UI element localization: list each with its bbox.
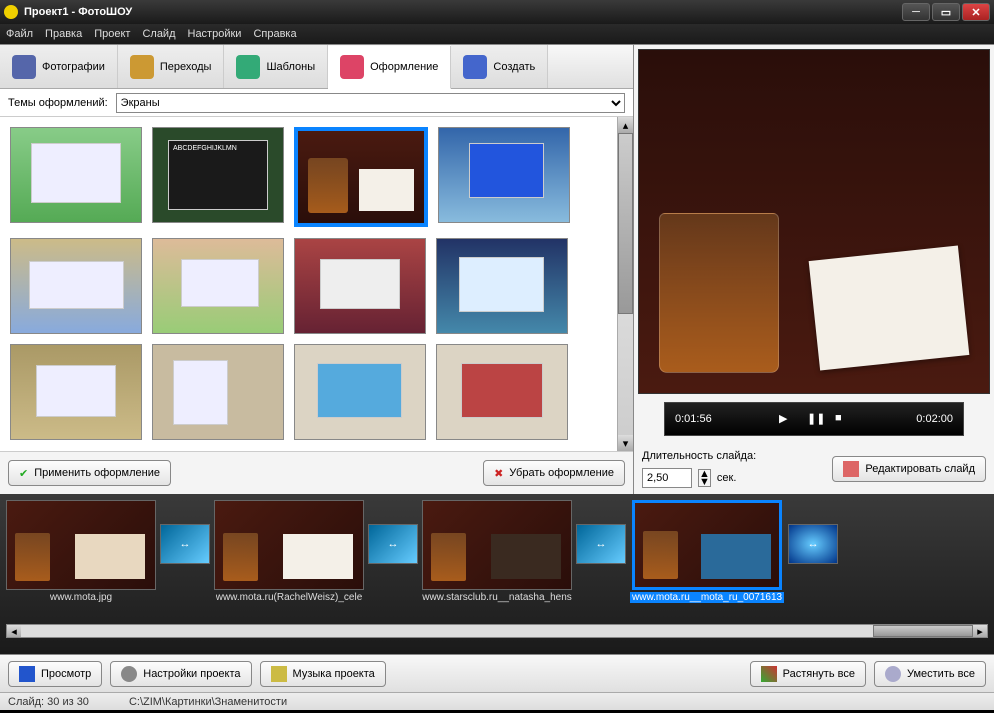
camera-icon	[12, 55, 36, 79]
timeline-scrollbar[interactable]: ◂ ▸	[6, 624, 988, 638]
menu-help[interactable]: Справка	[253, 28, 296, 40]
timeline: www.mota.jpg www.mota.ru(RachelWeisz)_ce…	[6, 500, 988, 620]
gear-icon	[121, 666, 137, 682]
menu-file[interactable]: Файл	[6, 28, 33, 40]
stretch-all-button[interactable]: Растянуть все	[750, 661, 866, 687]
theme-dropdown[interactable]: Экраны	[116, 93, 625, 113]
duration-label: Длительность слайда:	[642, 450, 824, 462]
menu-settings[interactable]: Настройки	[188, 28, 242, 40]
scroll-thumb[interactable]	[618, 133, 633, 314]
menu-project[interactable]: Проект	[94, 28, 130, 40]
x-icon: ✖	[494, 467, 503, 480]
transition-thumb[interactable]	[368, 524, 418, 564]
status-bar: Слайд: 30 из 30 C:\ZIM\Картинки\Знаменит…	[0, 692, 994, 710]
fit-icon	[885, 666, 901, 682]
check-icon: ✔	[19, 467, 28, 480]
expand-icon	[761, 666, 777, 682]
play-button[interactable]: ▶	[779, 412, 793, 426]
duration-input[interactable]	[642, 468, 692, 488]
maximize-button[interactable]: ▭	[932, 3, 960, 21]
timeline-slide[interactable]: www.mota.ru(RachelWeisz)_cele	[214, 500, 364, 603]
timeline-slide[interactable]: www.mota.jpg	[6, 500, 156, 603]
status-slide-count: Слайд: 30 из 30	[8, 696, 89, 708]
tab-templates[interactable]: Шаблоны	[224, 45, 328, 88]
timeline-slide[interactable]: www.starsclub.ru__natasha_hens	[422, 500, 572, 603]
theme-thumb[interactable]	[294, 344, 426, 440]
main-tabs: Фотографии Переходы Шаблоны Оформление С…	[0, 45, 633, 89]
monitor-icon	[19, 666, 35, 682]
theme-thumb[interactable]	[10, 344, 142, 440]
menubar: Файл Правка Проект Слайд Настройки Справ…	[0, 24, 994, 44]
window-title: Проект1 - ФотоШОУ	[24, 6, 902, 18]
menu-slide[interactable]: Слайд	[142, 28, 175, 40]
menu-edit[interactable]: Правка	[45, 28, 82, 40]
videocam-icon	[463, 55, 487, 79]
theme-thumb[interactable]	[10, 127, 142, 223]
time-total: 0:02:00	[916, 413, 953, 425]
player-controls: 0:01:56 ▶ ❚❚ ■ 0:02:00	[664, 402, 964, 436]
thumbs-scrollbar[interactable]: ▴ ▾	[617, 117, 633, 451]
scroll-left-icon[interactable]: ◂	[7, 625, 21, 637]
app-icon	[4, 5, 18, 19]
theme-thumb[interactable]	[438, 127, 570, 223]
theme-thumb[interactable]: ABCDEFGHIJKLMN	[152, 127, 284, 223]
tab-transitions[interactable]: Переходы	[118, 45, 225, 88]
tab-photos[interactable]: Фотографии	[0, 45, 118, 88]
fit-all-button[interactable]: Уместить все	[874, 661, 986, 687]
preview-glass	[659, 213, 779, 373]
theme-thumb[interactable]	[152, 344, 284, 440]
theme-thumb[interactable]	[436, 238, 568, 334]
palette-icon	[340, 55, 364, 79]
preview-area	[638, 49, 990, 394]
preview-napkin	[809, 245, 970, 370]
edit-icon	[843, 461, 859, 477]
spin-down[interactable]: ▼	[699, 478, 710, 486]
book-icon	[236, 55, 260, 79]
theme-label: Темы оформлений:	[8, 97, 108, 109]
time-current: 0:01:56	[675, 413, 712, 425]
theme-thumbnails: ABCDEFGHIJKLMN	[0, 117, 617, 451]
scroll-thumb[interactable]	[873, 625, 973, 637]
transition-thumb[interactable]	[160, 524, 210, 564]
theme-thumb[interactable]	[294, 238, 426, 334]
theme-thumb[interactable]	[10, 238, 142, 334]
tab-create[interactable]: Создать	[451, 45, 548, 88]
theme-thumb[interactable]	[436, 344, 568, 440]
scroll-right-icon[interactable]: ▸	[973, 625, 987, 637]
hat-icon	[130, 55, 154, 79]
apply-theme-button[interactable]: ✔Применить оформление	[8, 460, 171, 486]
theme-thumb-selected[interactable]	[294, 127, 428, 227]
timeline-slide-selected[interactable]: www.mota.ru__mota_ru_0071613	[630, 500, 784, 603]
tab-design[interactable]: Оформление	[328, 46, 451, 89]
preview-button[interactable]: Просмотр	[8, 661, 102, 687]
minimize-button[interactable]: ─	[902, 3, 930, 21]
close-button[interactable]: ✕	[962, 3, 990, 21]
scroll-up-icon[interactable]: ▴	[618, 117, 633, 133]
transition-thumb[interactable]	[576, 524, 626, 564]
scroll-down-icon[interactable]: ▾	[618, 435, 633, 451]
transition-thumb[interactable]	[788, 524, 838, 564]
edit-slide-button[interactable]: Редактировать слайд	[832, 456, 986, 482]
project-music-button[interactable]: Музыка проекта	[260, 661, 386, 687]
project-settings-button[interactable]: Настройки проекта	[110, 661, 251, 687]
music-icon	[271, 666, 287, 682]
status-path: C:\ZIM\Картинки\Знаменитости	[129, 696, 287, 708]
pause-button[interactable]: ❚❚	[807, 412, 821, 426]
duration-unit: сек.	[717, 472, 737, 484]
stop-button[interactable]: ■	[835, 412, 849, 426]
theme-thumb[interactable]	[152, 238, 284, 334]
titlebar: Проект1 - ФотоШОУ ─ ▭ ✕	[0, 0, 994, 24]
remove-theme-button[interactable]: ✖Убрать оформление	[483, 460, 625, 486]
